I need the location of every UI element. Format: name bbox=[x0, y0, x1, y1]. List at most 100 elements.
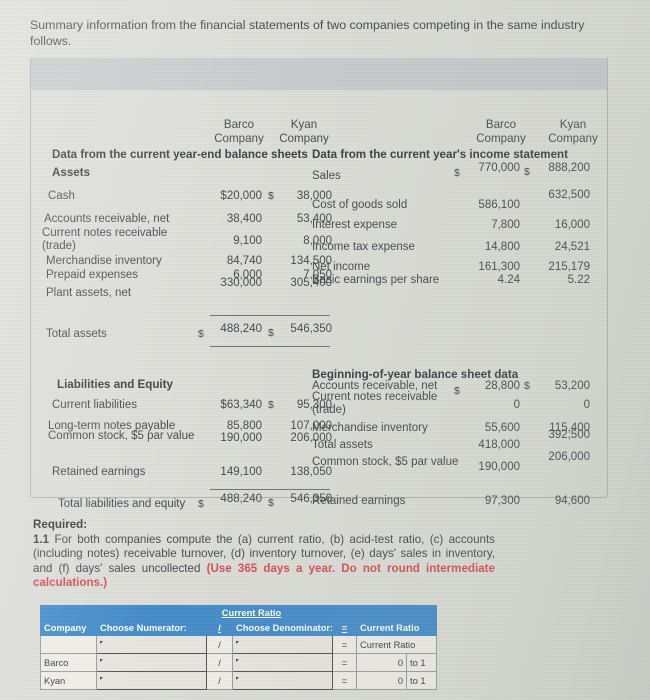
worksheet-row[interactable]: Kyan / = 0 to 1 bbox=[40, 671, 437, 690]
row-label: Total assets bbox=[312, 439, 373, 451]
value-barco: 770,000 bbox=[478, 162, 520, 174]
value-kyan: 16,000 bbox=[554, 219, 590, 231]
row-label: Basic earnings per share bbox=[312, 274, 440, 286]
header-equals: = bbox=[332, 620, 357, 636]
col-barco-left-line1: Barco bbox=[223, 118, 255, 131]
dollar-sign-kyan: $ bbox=[524, 166, 530, 178]
total-rule bbox=[210, 315, 330, 316]
cell-result-label-0[interactable]: Current Ratio bbox=[356, 635, 437, 654]
value-barco: 330,000 bbox=[220, 277, 262, 289]
cell-slash-0[interactable]: / bbox=[206, 635, 233, 654]
col-kyan-right-line1: Kyan bbox=[559, 118, 587, 131]
cell-slash-2[interactable]: / bbox=[206, 671, 233, 690]
value-barco: 418,000 bbox=[478, 439, 520, 451]
cell-denominator-1[interactable] bbox=[232, 653, 333, 672]
row-label: Plant assets, net bbox=[46, 287, 132, 299]
row-label: Total liabilities and equity bbox=[58, 498, 186, 510]
row-label: Cash bbox=[48, 190, 75, 202]
value-kyan: 392,500 bbox=[548, 429, 590, 441]
cell-result-unit-1[interactable]: to 1 bbox=[406, 653, 437, 672]
banner-spacer-left bbox=[40, 605, 97, 621]
value-barco: 14,800 bbox=[484, 241, 520, 253]
value-kyan: 5.22 bbox=[567, 274, 590, 286]
cell-slash-1[interactable]: / bbox=[206, 653, 233, 672]
value-barco: 84,740 bbox=[226, 255, 262, 267]
row-label: Current liabilities bbox=[52, 399, 138, 411]
left-panel-title: Data from the current year-end balance s… bbox=[52, 148, 308, 161]
row-label: Retained earnings bbox=[312, 495, 406, 507]
row-label: Sales bbox=[312, 170, 341, 182]
value-barco: 488,240 bbox=[220, 323, 262, 335]
cell-numerator-0[interactable] bbox=[96, 635, 207, 654]
required-block: Required: 1.1 For both companies compute… bbox=[33, 518, 495, 591]
header-company: Company bbox=[40, 620, 97, 636]
dollar-sign-kyan: $ bbox=[268, 327, 274, 339]
cell-numerator-1[interactable] bbox=[96, 653, 207, 672]
row-label: Total assets bbox=[46, 328, 107, 340]
value-kyan: 215,179 bbox=[548, 261, 590, 273]
header-denominator: Choose Denominator: bbox=[232, 620, 333, 636]
right-panel-title: Data from the current year's income stat… bbox=[312, 148, 568, 161]
column-header-barco-left: Barco Company bbox=[208, 118, 270, 146]
cell-numerator-2[interactable] bbox=[96, 671, 207, 690]
required-heading: Required: bbox=[33, 518, 88, 531]
cell-corner-marker bbox=[100, 658, 103, 662]
value-barco: 38,400 bbox=[226, 213, 262, 225]
row-label: Common stock, $5 par value bbox=[48, 430, 195, 442]
cell-result-value-1[interactable]: 0 bbox=[356, 653, 407, 672]
banner-title: Current Ratio bbox=[96, 605, 407, 621]
cell-denominator-2[interactable] bbox=[232, 671, 333, 690]
dollar-sign-kyan: $ bbox=[268, 399, 274, 411]
table-header-band bbox=[31, 58, 607, 90]
row-label: Prepaid expenses bbox=[46, 269, 139, 281]
total-rule bbox=[210, 346, 330, 347]
cell-equals-0[interactable]: = bbox=[332, 635, 357, 654]
value-kyan: 0 bbox=[583, 399, 590, 411]
banner-spacer-right bbox=[406, 605, 437, 621]
worksheet-row[interactable]: Barco / = 0 to 1 bbox=[40, 653, 437, 672]
col-barco-right-line2: Company bbox=[476, 132, 526, 145]
current-ratio-worksheet[interactable]: Current Ratio Company Choose Numerator: / Ch… bbox=[40, 605, 437, 690]
worksheet-header-row: Company Choose Numerator: / Choose Denomina… bbox=[40, 620, 437, 636]
value-barco: 190,000 bbox=[478, 461, 520, 473]
dollar-sign-kyan: $ bbox=[524, 380, 530, 392]
cell-result-value-2[interactable]: 0 bbox=[356, 671, 407, 690]
value-barco: 190,000 bbox=[220, 432, 262, 444]
value-kyan: 94,600 bbox=[554, 495, 590, 507]
value-barco: $20,000 bbox=[220, 190, 262, 202]
cell-equals-2[interactable]: = bbox=[332, 671, 357, 690]
cell-equals-1[interactable]: = bbox=[332, 653, 357, 672]
row-label: Income tax expense bbox=[312, 241, 415, 253]
value-barco: 161,300 bbox=[478, 261, 520, 273]
value-barco: $63,340 bbox=[220, 399, 262, 411]
cell-corner-marker bbox=[236, 676, 239, 680]
value-barco: 488,240 bbox=[220, 493, 262, 505]
required-number: 1.1 bbox=[33, 532, 50, 546]
row-label: Common stock, $5 par value bbox=[312, 456, 459, 468]
cell-result-unit-2[interactable]: to 1 bbox=[406, 671, 437, 690]
col-kyan-right-line2: Company bbox=[548, 132, 598, 145]
dollar-sign-barco: $ bbox=[198, 328, 204, 340]
col-kyan-left-line2: Company bbox=[279, 132, 329, 145]
header-result: Current Ratio bbox=[356, 620, 437, 636]
value-kyan: 206,000 bbox=[548, 451, 590, 463]
row-label: Interest expense bbox=[312, 219, 398, 231]
value-kyan: 632,500 bbox=[548, 189, 590, 201]
column-header-barco-right: Barco Company bbox=[470, 118, 532, 146]
worksheet-row[interactable]: / = Current Ratio bbox=[40, 635, 437, 654]
cell-denominator-0[interactable] bbox=[232, 635, 333, 654]
column-header-kyan-right: Kyan Company bbox=[542, 118, 604, 146]
value-barco: 7,800 bbox=[491, 219, 520, 231]
value-barco: 4.24 bbox=[497, 274, 520, 286]
row-label: Current notes receivable (trade) bbox=[42, 227, 168, 252]
required-body: 1.1 For both companies compute the (a) c… bbox=[33, 533, 495, 591]
value-barco: 97,300 bbox=[484, 495, 520, 507]
worksheet-banner-row: Current Ratio bbox=[40, 605, 437, 621]
cell-company-2[interactable]: Kyan bbox=[40, 671, 97, 690]
dollar-sign-kyan: $ bbox=[268, 497, 274, 509]
cell-company-1[interactable]: Barco bbox=[40, 653, 97, 672]
total-rule bbox=[210, 489, 330, 490]
cell-corner-marker bbox=[236, 640, 239, 644]
row-label: Net income bbox=[312, 261, 371, 273]
cell-company-0[interactable] bbox=[40, 635, 97, 654]
